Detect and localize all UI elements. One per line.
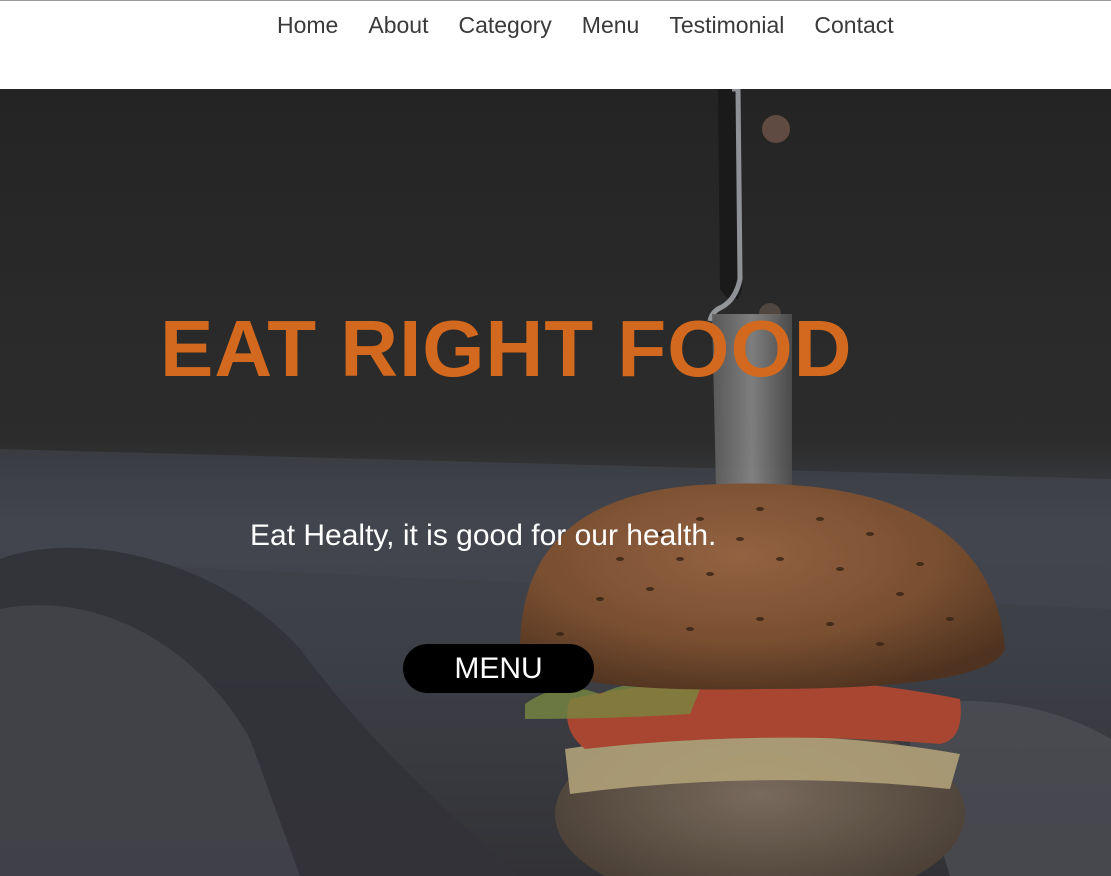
hero-section: EAT RIGHT FOOD Eat Healty, it is good fo… — [0, 89, 1111, 876]
nav-link-contact[interactable]: Contact — [799, 12, 908, 38]
nav-link-category[interactable]: Category — [443, 12, 566, 38]
nav-link-home[interactable]: Home — [262, 12, 353, 38]
nav-item-contact: Contact — [799, 12, 908, 38]
nav-item-menu: Menu — [567, 12, 655, 38]
menu-button[interactable]: MENU — [403, 644, 594, 693]
nav-item-home: Home — [262, 12, 353, 38]
nav-link-about[interactable]: About — [353, 12, 443, 38]
top-navbar: Home About Category Menu Testimonial Con… — [0, 0, 1111, 89]
nav-link-testimonial[interactable]: Testimonial — [654, 12, 799, 38]
nav-link-menu[interactable]: Menu — [567, 12, 655, 38]
nav-item-testimonial: Testimonial — [654, 12, 799, 38]
nav-item-category: Category — [443, 12, 566, 38]
hero-background-image — [0, 89, 1111, 876]
nav-item-about: About — [353, 12, 443, 38]
hero-subtitle: Eat Healty, it is good for our health. — [250, 519, 717, 552]
nav-menu: Home About Category Menu Testimonial Con… — [262, 12, 909, 38]
hero-title: EAT RIGHT FOOD — [160, 304, 853, 393]
